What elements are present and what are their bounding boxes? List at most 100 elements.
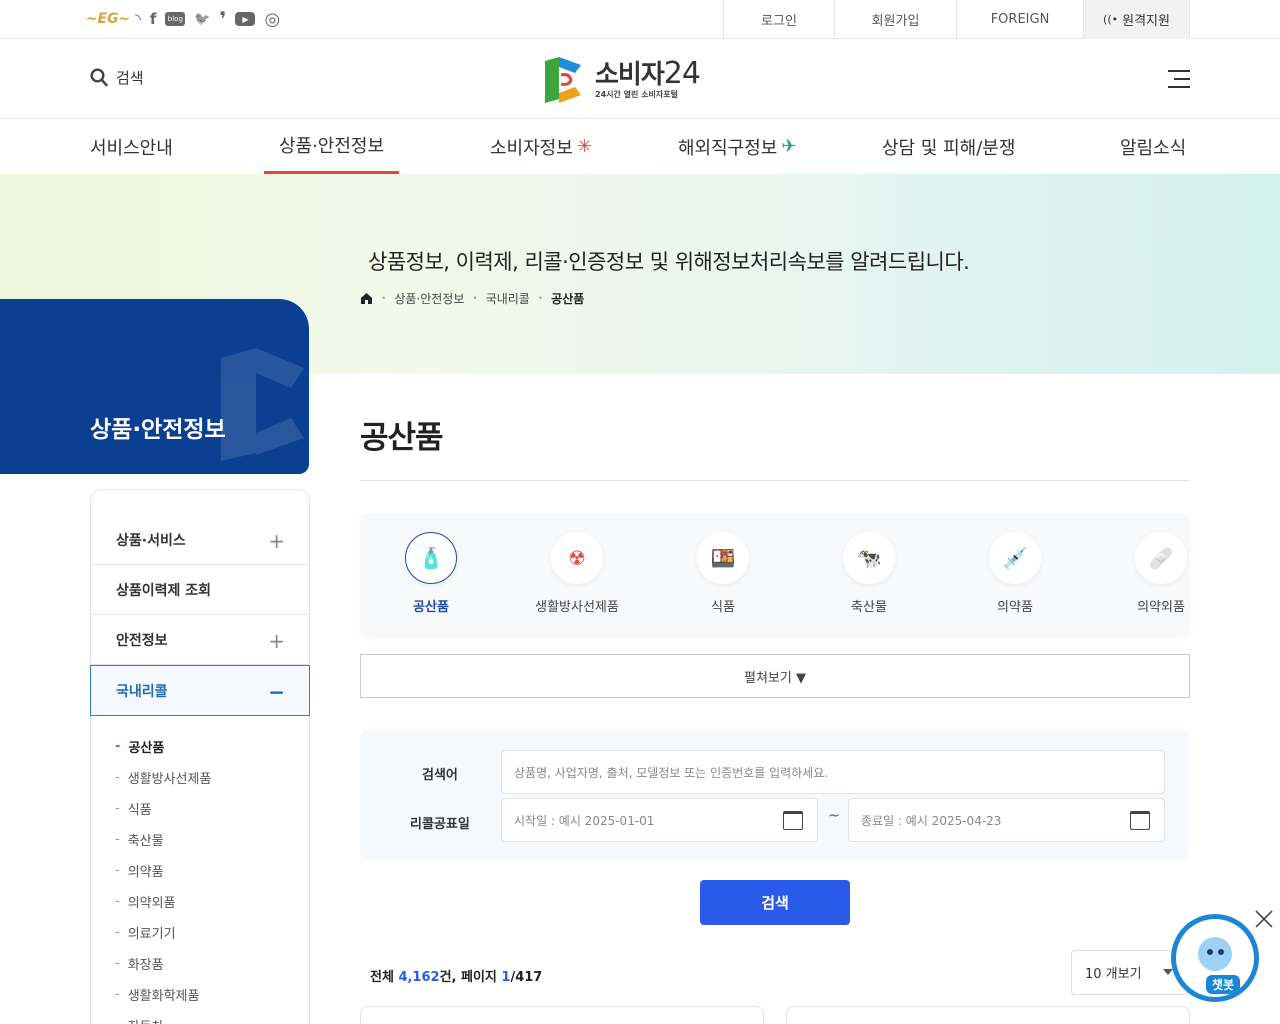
sub-item-food[interactable]: - 식품 [115, 793, 211, 824]
category-quasi-drug[interactable]: 🩹 의약외품 [1106, 532, 1189, 615]
sub-item-livestock[interactable]: - 축산물 [115, 824, 211, 855]
side-item-label: 상품·서비스 [116, 532, 186, 549]
category-tabs: 🧴 공산품 ☢ 생활방사선제품 🍱 식품 🐄 축산물 💉 의약품 🩹 의약외품 [360, 513, 1189, 634]
logo-text: 소비자24 24시간 열린 소비자포털 [595, 59, 701, 100]
blog-icon[interactable]: blog [165, 12, 186, 26]
food-icon: 🍱 [697, 532, 749, 584]
chatbot-button[interactable]: 챗봇 [1171, 914, 1259, 1002]
sns-links: ~EG~ ◝ f blog 🐦 ❜ ▶ ◎ [86, 7, 280, 31]
breadcrumb-item[interactable]: 상품·안전정보 [394, 290, 464, 307]
category-medicine[interactable]: 💉 의약품 [960, 532, 1070, 615]
nav-notice[interactable]: 알림소식 [1120, 119, 1186, 174]
page-title: 공산품 [360, 420, 444, 456]
eg-icon[interactable]: ~EG~ [86, 9, 131, 29]
side-item-safety-info[interactable]: 안전정보 + [91, 615, 309, 665]
side-item-product-service[interactable]: 상품·서비스 + [91, 515, 309, 565]
logo-mark-icon [545, 57, 581, 103]
menu-icon[interactable] [1168, 69, 1190, 89]
breadcrumb-item[interactable]: 국내리콜 [486, 290, 530, 307]
start-date-placeholder: 시작일 : 예시 2025-01-01 [514, 813, 655, 828]
sparkle-icon: ✳ [576, 136, 592, 157]
remote-support-link[interactable]: ((• 원격지원 [1083, 0, 1190, 39]
youtube-icon[interactable]: ▶ [235, 12, 256, 26]
nav-consultation[interactable]: 상담 및 피해/분쟁 [882, 119, 1015, 174]
chatbot-icon: 챗봇 [1176, 919, 1254, 997]
instagram-icon[interactable]: ◎ [264, 9, 280, 30]
nav-label: 소비자정보 [490, 137, 573, 159]
result-card[interactable] [360, 1006, 764, 1024]
nav-label: 알림소식 [1120, 137, 1187, 159]
calendar-icon[interactable] [1130, 811, 1150, 830]
close-icon[interactable] [1253, 908, 1275, 930]
sub-item-quasi-drug[interactable]: - 의약외품 [115, 886, 211, 917]
header: 검색 소비자24 24시간 열린 소비자포털 [0, 39, 1280, 119]
logo[interactable]: 소비자24 24시간 열린 소비자포털 [541, 55, 701, 105]
keyword-input[interactable]: 상품명, 사업자명, 출처, 모델정보 또는 인증번호를 입력하세요. [501, 750, 1165, 794]
nav-label: 서비스안내 [90, 137, 173, 159]
home-icon[interactable] [360, 292, 373, 305]
nav-overseas-purchase[interactable]: 해외직구정보 ✈ [678, 119, 796, 174]
expand-button[interactable]: 펼쳐보기 ▼ [360, 654, 1190, 698]
result-card[interactable] [786, 1006, 1190, 1024]
utility-bar: ~EG~ ◝ f blog 🐦 ❜ ▶ ◎ 로그인 회원가입 FOREIGN (… [0, 0, 1280, 39]
side-title: 상품·안전정보 [90, 417, 226, 443]
category-label: 생활방사선제품 [535, 600, 619, 615]
title-divider [360, 480, 1189, 481]
category-food[interactable]: 🍱 식품 [668, 532, 778, 615]
calendar-icon[interactable] [783, 811, 803, 830]
breadcrumb-current: 공산품 [551, 292, 585, 306]
sub-item-car[interactable]: -자동차 [115, 1010, 211, 1024]
side-item-domestic-recall[interactable]: 국내리콜 − [90, 665, 310, 716]
nav-label: 상담 및 피해/분쟁 [882, 137, 1016, 159]
sub-item-medicine[interactable]: - 의약품 [115, 855, 211, 886]
nav-product-safety[interactable]: 상품·안전정보 [264, 119, 399, 174]
breadcrumb-separator: • [537, 293, 544, 304]
sub-item-medical-device[interactable]: - 의료기기 [115, 917, 211, 948]
breadcrumb-separator: • [472, 293, 478, 304]
search-button[interactable]: 검색 [700, 880, 850, 925]
livestock-icon: 🐄 [843, 532, 895, 584]
hero-title: 상품정보, 이력제, 리콜·인증정보 및 위해정보처리속보를 알려드립니다. [368, 250, 970, 274]
sub-item-chemical[interactable]: - 생활화학제품 [115, 979, 211, 1010]
main-nav: 서비스안내 상품·안전정보 소비자정보 ✳ 해외직구정보 ✈ 상담 및 피해/분… [0, 119, 1280, 174]
side-item-label: 국내리콜 [116, 683, 168, 700]
nav-consumer-info[interactable]: 소비자정보 ✳ [490, 119, 592, 174]
plus-icon: + [268, 629, 285, 653]
start-date-input[interactable]: 시작일 : 예시 2025-01-01 [501, 798, 818, 842]
side-sub-list: - 공산품 - 생활방사선제품 - 식품 - 축산물 - 의약품 - 의약외품 - 의료기기 … [115, 731, 211, 1024]
facebook-icon[interactable]: f [150, 9, 157, 29]
foreign-link[interactable]: FOREIGN [956, 0, 1083, 39]
category-label: 의약외품 [1137, 600, 1185, 615]
logo-num-text: 24 [663, 56, 701, 91]
end-date-input[interactable]: 종료일 : 예시 2025-04-23 [848, 798, 1165, 842]
category-industrial[interactable]: 🧴 공산품 [376, 532, 486, 615]
sub-item-cosmetics[interactable]: - 화장품 [115, 948, 211, 979]
plus-icon: + [268, 529, 285, 553]
rss-icon[interactable]: ◝ [135, 9, 141, 29]
nav-service-guide[interactable]: 서비스안내 [90, 119, 173, 174]
search-icon [90, 68, 108, 87]
radiation-icon: ☢ [551, 532, 603, 584]
result-count: 전체 4,162건, 페이지 1/417 [370, 970, 543, 985]
category-radiation[interactable]: ☢ 생활방사선제품 [522, 532, 632, 615]
post-icon[interactable]: ❜ [220, 7, 227, 31]
login-link[interactable]: 로그인 [723, 0, 834, 39]
sub-item-radiation[interactable]: - 생활방사선제품 [115, 762, 211, 793]
remote-icon: ((• [1103, 13, 1119, 26]
search-toggle[interactable]: 검색 [90, 67, 144, 88]
signup-link[interactable]: 회원가입 [834, 0, 956, 39]
quasi-drug-icon: 🩹 [1135, 532, 1187, 584]
per-page-value: 10 개보기 [1085, 967, 1142, 982]
search-toggle-label: 검색 [116, 69, 144, 87]
industrial-icon: 🧴 [405, 532, 457, 584]
side-item-label: 상품이력제 조회 [116, 582, 212, 599]
keyword-label: 검색어 [422, 768, 458, 783]
category-label: 축산물 [851, 600, 887, 615]
sub-item-industrial[interactable]: - 공산품 [115, 731, 211, 762]
category-livestock[interactable]: 🐄 축산물 [814, 532, 924, 615]
end-date-placeholder: 종료일 : 예시 2025-04-23 [861, 813, 1002, 828]
twitter-icon[interactable]: 🐦 [194, 9, 210, 29]
logo-watermark-icon [221, 348, 304, 461]
util-menu: 로그인 회원가입 FOREIGN ((• 원격지원 [723, 0, 1190, 39]
side-item-product-history[interactable]: 상품이력제 조회 [91, 565, 309, 615]
